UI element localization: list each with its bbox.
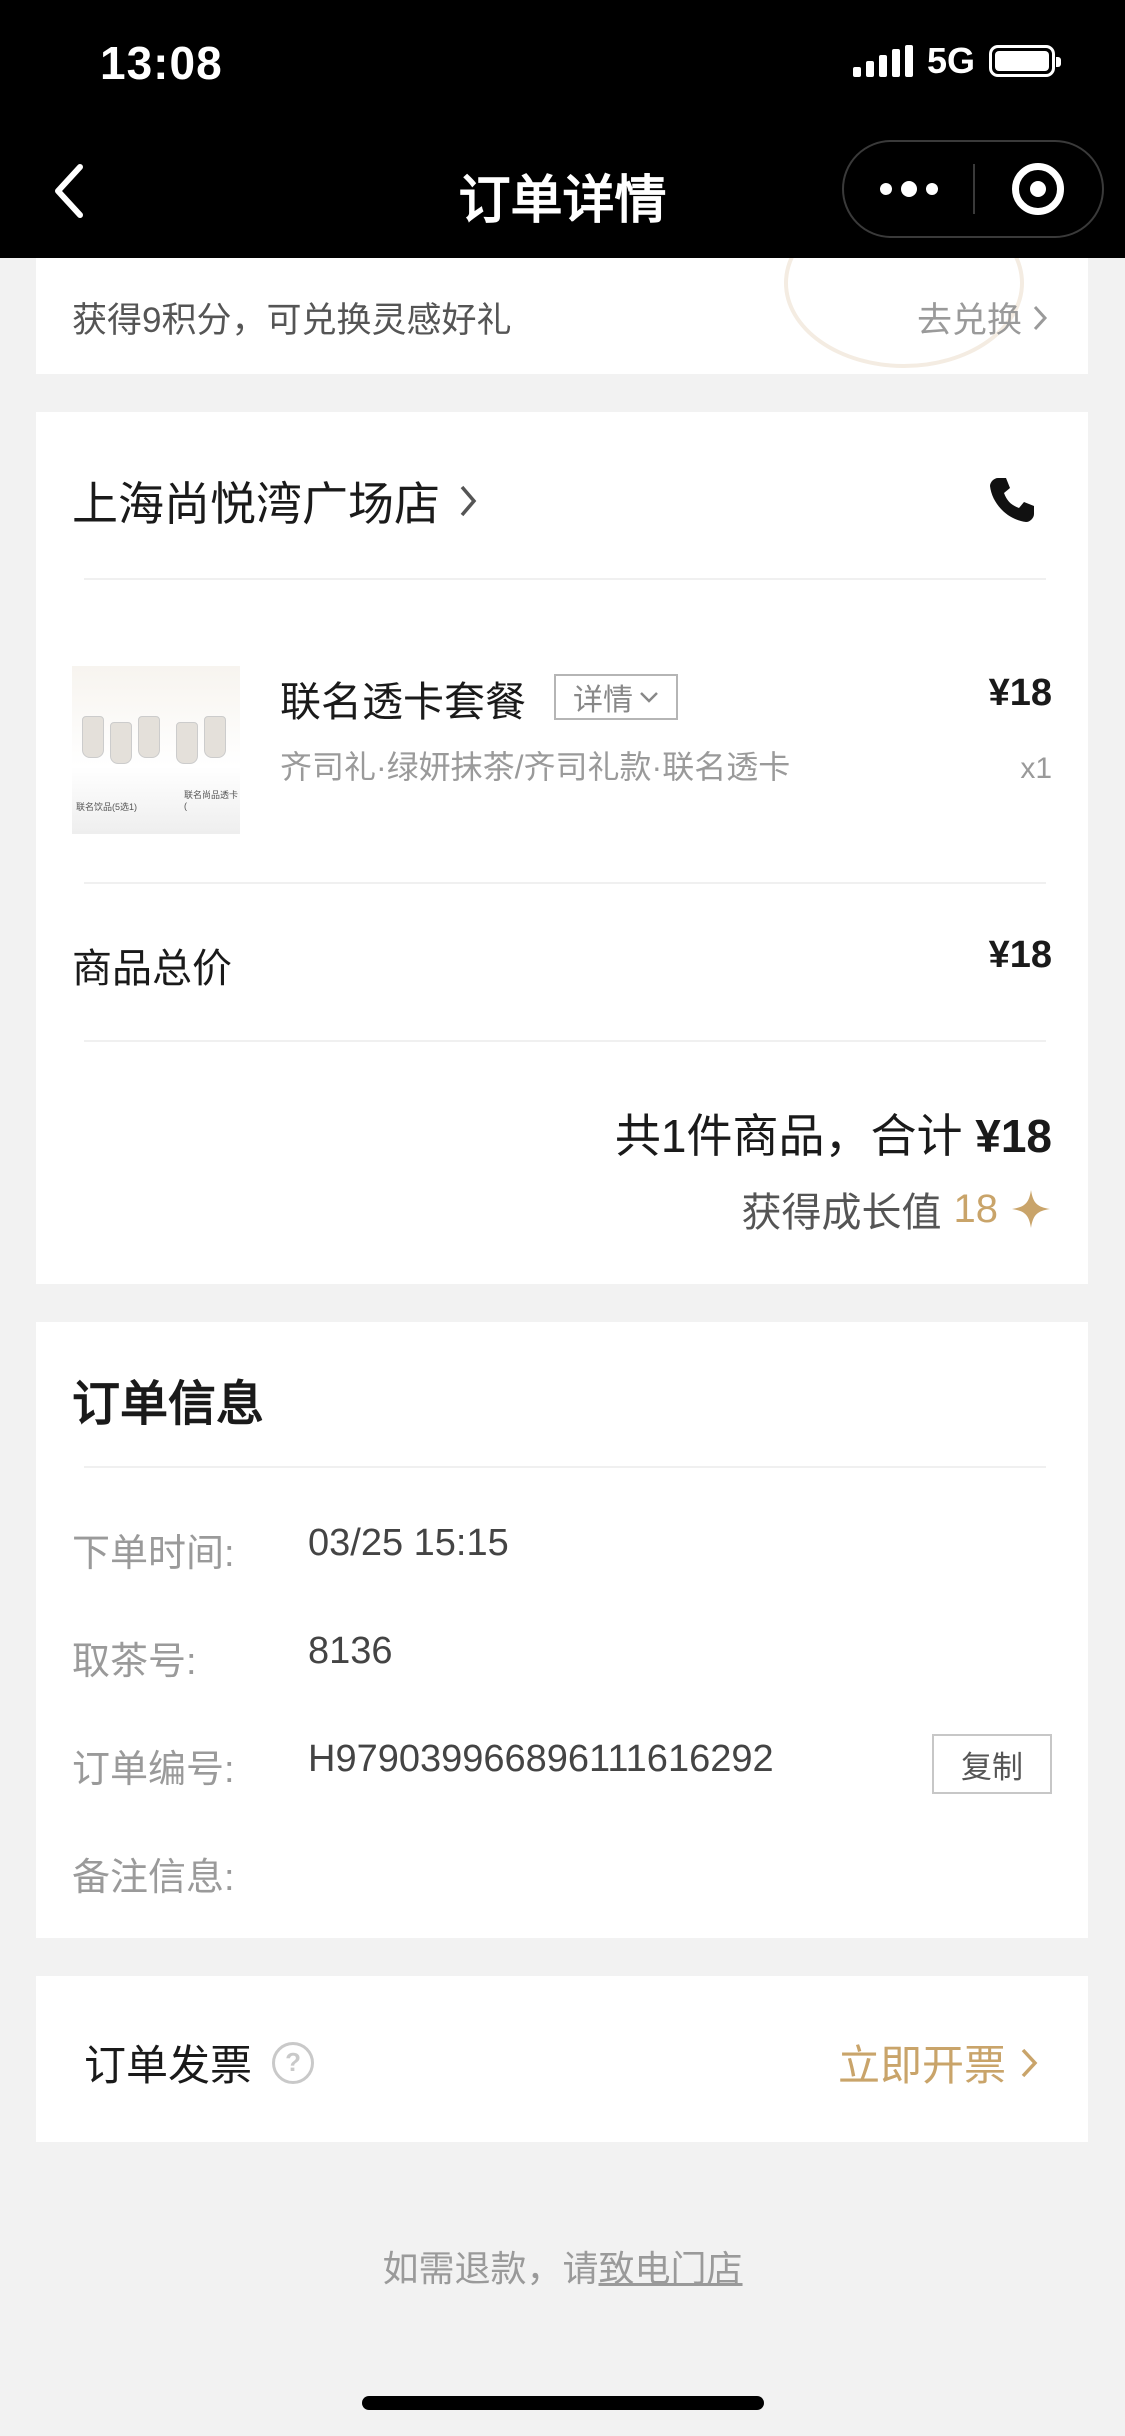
store-name: 上海尚悦湾广场店 (72, 478, 440, 530)
order-card: 上海尚悦湾广场店 联名饮品(5选1) 联名尚品透卡( 联名透卡套餐 详情 齐司礼… (36, 412, 1088, 1284)
target-circle-icon (1012, 163, 1065, 215)
growth-label: 获得成长值 (741, 1191, 942, 1235)
call-store-link[interactable]: 致电门店 (599, 2248, 743, 2289)
store-link[interactable]: 上海尚悦湾广场店 (72, 468, 478, 534)
info-row-pickup-number: 取茶号: 8136 (72, 1630, 393, 1685)
signal-icon (852, 45, 913, 77)
invoice-label-row: 订单发票 ? (84, 2032, 315, 2093)
invoice-label: 订单发票 (84, 2042, 253, 2089)
invoice-card: 订单发票 ? 立即开票 (36, 1976, 1088, 2142)
info-key: 取茶号: (72, 1641, 197, 1683)
info-key: 下单时间: (72, 1533, 235, 1575)
top-bar: 13:08 5G 订单详情 (0, 0, 1125, 258)
divider (84, 1040, 1046, 1042)
network-type: 5G (926, 40, 975, 81)
product-price: ¥18 (988, 672, 1052, 714)
growth-points: 获得成长值 18 (742, 1180, 1053, 1238)
points-banner: 获得9积分，可兑换灵感好礼 去兑换 (36, 258, 1088, 374)
status-indicators: 5G (852, 40, 1061, 82)
product-spec: 齐司礼·绿妍抹茶/齐司礼款·联名透卡 (280, 749, 791, 785)
question-icon[interactable]: ? (272, 2041, 315, 2084)
product-quantity: x1 (1020, 752, 1052, 785)
redeem-link[interactable]: 去兑换 (917, 292, 1048, 343)
chevron-down-icon (640, 692, 658, 703)
chevron-right-icon (1033, 305, 1048, 330)
divider (84, 882, 1046, 884)
chevron-right-icon (460, 485, 477, 517)
order-info-title: 订单信息 (72, 1378, 265, 1431)
order-info-card: 订单信息 下单时间: 03/25 15:15 取茶号: 8136 订单编号: H… (36, 1322, 1088, 1938)
refund-prefix: 如需退款，请 (382, 2248, 599, 2289)
detail-label: 详情 (573, 684, 633, 717)
thumbnail-caption: 联名尚品透卡( (184, 790, 239, 811)
divider (84, 1466, 1046, 1468)
redeem-link-label: 去兑换 (916, 301, 1022, 340)
refund-note: 如需退款，请致电门店 (0, 2240, 1125, 2292)
mini-program-capsule (842, 140, 1104, 238)
issue-invoice-label: 立即开票 (837, 2042, 1006, 2089)
info-row-order-time: 下单时间: 03/25 15:15 (72, 1522, 509, 1577)
total-value: ¥18 (975, 1110, 1052, 1162)
sparkle-icon (1012, 1190, 1050, 1228)
info-value: 8136 (308, 1630, 393, 1672)
status-time: 13:08 (100, 37, 223, 89)
product-thumbnail: 联名饮品(5选1) 联名尚品透卡( (72, 666, 240, 834)
issue-invoice-link[interactable]: 立即开票 (838, 2032, 1038, 2093)
total-prefix: 共1件商品，合计 (614, 1110, 963, 1162)
info-key: 备注信息: (72, 1857, 235, 1899)
order-total: 共1件商品，合计 ¥18 (615, 1100, 1052, 1166)
subtotal-label: 商品总价 (72, 947, 232, 991)
info-row-order-number: 订单编号: H97903996689611161629​2 (72, 1738, 774, 1793)
battery-icon (989, 45, 1061, 77)
points-text: 获得9积分，可兑换灵感好礼 (72, 301, 512, 340)
close-mini-program-button[interactable] (975, 142, 1102, 236)
divider (84, 578, 1046, 580)
info-value: 03/25 15:15 (308, 1522, 509, 1564)
subtotal-value: ¥18 (988, 934, 1052, 976)
phone-icon[interactable] (984, 472, 1040, 528)
more-dots-icon[interactable] (844, 142, 973, 236)
home-indicator (362, 2396, 764, 2410)
info-key: 订单编号: (72, 1749, 235, 1791)
product-detail-button[interactable]: 详情 (554, 674, 678, 720)
growth-value: 18 (953, 1186, 999, 1231)
info-value: H97903996689611161629​2 (308, 1738, 774, 1780)
product-name: 联名透卡套餐 (280, 679, 526, 725)
info-row-remarks: 备注信息: (72, 1846, 308, 1901)
thumbnail-caption: 联名饮品(5选1) (76, 802, 138, 812)
copy-order-number-button[interactable]: 复制 (932, 1734, 1052, 1794)
chevron-right-icon (1021, 2048, 1038, 2077)
